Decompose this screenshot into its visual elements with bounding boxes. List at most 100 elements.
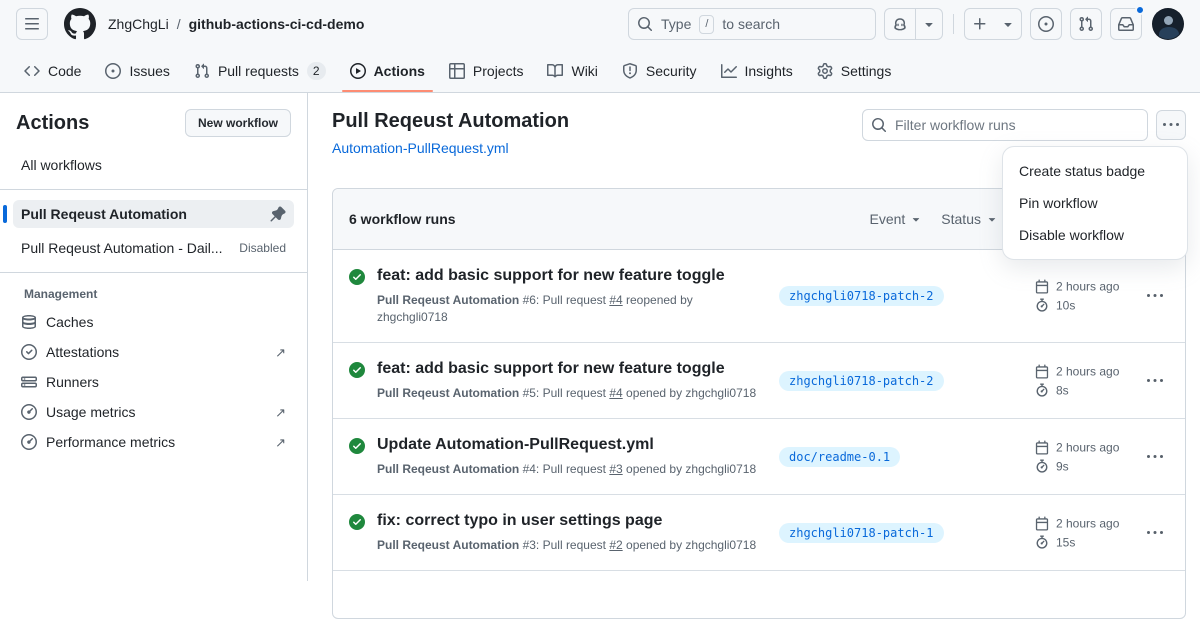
hamburger-menu-button[interactable] (16, 8, 48, 40)
sidebar-item-usage-metrics[interactable]: Usage metrics ↗ (13, 397, 294, 427)
branch-badge[interactable]: zhgchgli0718-patch-2 (779, 286, 944, 306)
search-placeholder-suffix: to search (722, 16, 780, 32)
run-duration: 15s (1056, 535, 1075, 549)
status-filter-dropdown[interactable]: Status (941, 211, 999, 227)
disabled-badge: Disabled (239, 241, 286, 255)
tab-pull-requests[interactable]: Pull requests 2 (186, 55, 334, 87)
stopwatch-icon (1035, 299, 1049, 313)
menu-item-disable-workflow[interactable]: Disable workflow (1003, 219, 1187, 251)
run-title-link[interactable]: feat: add basic support for new feature … (377, 266, 795, 286)
sidebar-divider (0, 189, 307, 190)
runs-count: 6 workflow runs (349, 211, 456, 227)
run-title-link[interactable]: fix: correct typo in user settings page (377, 511, 795, 531)
graph-icon (721, 63, 737, 79)
branch-badge[interactable]: zhgchgli0718-patch-2 (779, 371, 944, 391)
run-options-button[interactable] (1143, 445, 1167, 469)
create-new-caret-icon[interactable] (995, 9, 1021, 39)
three-bars-icon (24, 16, 40, 32)
tab-code[interactable]: Code (16, 55, 89, 87)
header-divider (953, 14, 954, 34)
copilot-icon (885, 9, 915, 39)
kebab-horizontal-icon (1147, 373, 1163, 389)
run-description: Pull Reqeust Automation #6: Pull request… (377, 292, 795, 326)
meter-icon (21, 404, 37, 420)
pr-number-link[interactable]: #3 (609, 462, 622, 476)
workflow-run-row: Update Automation-PullRequest.yml Pull R… (333, 418, 1185, 494)
run-duration: 9s (1056, 459, 1069, 473)
user-avatar[interactable] (1152, 8, 1184, 40)
tab-projects[interactable]: Projects (441, 55, 532, 87)
pr-number-link[interactable]: #2 (609, 538, 622, 552)
tab-wiki[interactable]: Wiki (539, 55, 605, 87)
run-options-button[interactable] (1143, 369, 1167, 393)
run-time: 2 hours ago (1056, 516, 1119, 530)
menu-item-pin-workflow[interactable]: Pin workflow (1003, 187, 1187, 219)
copilot-dropdown-caret-icon[interactable] (915, 9, 942, 39)
stopwatch-icon (1035, 535, 1049, 549)
workflow-run-row: fix: correct typo in user settings page … (333, 494, 1185, 570)
search-icon (871, 117, 887, 133)
sidebar-item-performance-metrics[interactable]: Performance metrics ↗ (13, 427, 294, 457)
menu-item-create-status-badge[interactable]: Create status badge (1003, 155, 1187, 187)
workflow-options-button[interactable] (1156, 110, 1186, 140)
stopwatch-icon (1035, 459, 1049, 473)
pr-number-link[interactable]: #4 (609, 386, 622, 400)
pull-requests-button[interactable] (1070, 8, 1102, 40)
pin-icon[interactable] (262, 206, 286, 222)
sidebar-item-attestations[interactable]: Attestations ↗ (13, 337, 294, 367)
filter-workflow-runs-input[interactable] (893, 116, 1139, 134)
create-new-button[interactable] (964, 8, 1022, 40)
issues-button[interactable] (1030, 8, 1062, 40)
branch-badge[interactable]: doc/readme-0.1 (779, 447, 900, 467)
tab-actions[interactable]: Actions (342, 55, 433, 87)
branch-badge[interactable]: zhgchgli0718-patch-1 (779, 523, 944, 543)
meter-icon (21, 434, 37, 450)
github-logo-icon[interactable] (64, 8, 96, 40)
run-options-button[interactable] (1143, 521, 1167, 545)
calendar-icon (1035, 280, 1049, 294)
global-search-input[interactable]: Type / to search (628, 8, 876, 40)
new-workflow-button[interactable]: New workflow (185, 109, 291, 137)
tab-insights[interactable]: Insights (713, 55, 801, 87)
git-pull-request-icon (194, 63, 210, 79)
run-title-link[interactable]: feat: add basic support for new feature … (377, 359, 795, 379)
table-icon (449, 63, 465, 79)
run-description: Pull Reqeust Automation #3: Pull request… (377, 537, 795, 554)
calendar-icon (1035, 516, 1049, 530)
breadcrumb: ZhgChgLi / github-actions-ci-cd-demo (108, 16, 364, 32)
tab-issues[interactable]: Issues (97, 55, 177, 87)
breadcrumb-owner[interactable]: ZhgChgLi (108, 16, 169, 32)
run-meta: 2 hours ago 9s (1035, 440, 1119, 473)
calendar-icon (1035, 364, 1049, 378)
check-circle-success-icon (349, 514, 365, 530)
sidebar-workflow-pull-request-automation[interactable]: Pull Reqeust Automation (13, 200, 294, 228)
inbox-button[interactable] (1110, 8, 1142, 40)
filter-workflow-runs-field (862, 109, 1148, 141)
stopwatch-icon (1035, 383, 1049, 397)
breadcrumb-repo[interactable]: github-actions-ci-cd-demo (189, 16, 365, 32)
sidebar-title: Actions (16, 112, 89, 135)
sidebar-item-runners[interactable]: Runners (13, 367, 294, 397)
tab-security[interactable]: Security (614, 55, 705, 87)
sidebar-item-all-workflows[interactable]: All workflows (13, 151, 294, 179)
workflow-file-link[interactable]: Automation-PullRequest.yml (332, 140, 509, 156)
tab-settings[interactable]: Settings (809, 55, 900, 87)
run-title-link[interactable]: Update Automation-PullRequest.yml (377, 435, 795, 455)
event-filter-dropdown[interactable]: Event (869, 211, 923, 227)
play-circle-icon (350, 63, 366, 79)
pr-number-link[interactable]: #4 (609, 293, 622, 307)
plus-icon (965, 9, 995, 39)
run-time: 2 hours ago (1056, 440, 1119, 454)
issue-opened-icon (1038, 16, 1054, 32)
copilot-button[interactable] (884, 8, 943, 40)
chevron-down-icon (909, 212, 923, 226)
kebab-horizontal-icon (1163, 117, 1179, 133)
check-circle-success-icon (349, 269, 365, 285)
shield-icon (622, 63, 638, 79)
sidebar-workflow-pull-request-automation-daily[interactable]: Pull Reqeust Automation - Dail... Disabl… (13, 234, 294, 262)
pull-requests-counter: 2 (307, 62, 326, 80)
run-description: Pull Reqeust Automation #4: Pull request… (377, 461, 795, 478)
sidebar-item-caches[interactable]: Caches (13, 307, 294, 337)
run-options-button[interactable] (1143, 284, 1167, 308)
gear-icon (817, 63, 833, 79)
